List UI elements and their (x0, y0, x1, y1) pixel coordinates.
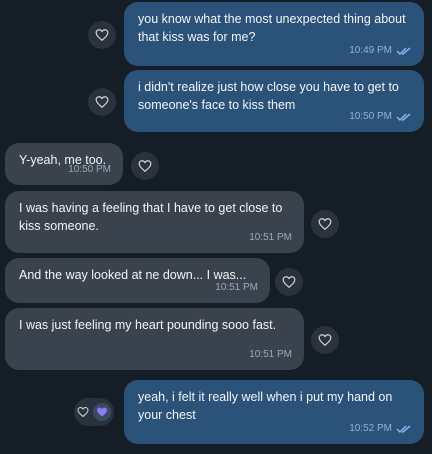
message-time: 10:50 PM (68, 164, 111, 175)
message-bubble-incoming[interactable]: I was just feeling my heart pounding soo… (5, 308, 304, 370)
message-meta: 10:50 PM (68, 161, 111, 179)
message-bubble-outgoing[interactable]: i didn't realize just how close you have… (124, 70, 424, 132)
message-time: 10:51 PM (215, 282, 258, 293)
heart-reaction-button[interactable] (88, 88, 116, 116)
heart-reaction-button[interactable] (88, 21, 116, 49)
message-text: you know what the most unexpected thing … (138, 12, 406, 44)
reaction-group[interactable] (74, 398, 114, 426)
heart-outline-icon (318, 218, 332, 231)
message-meta: 10:51 PM (249, 346, 292, 364)
heart-outline-icon (138, 160, 152, 173)
message-meta: 10:51 PM (215, 279, 258, 297)
double-check-icon (396, 47, 411, 56)
message-text: I was just feeling my heart pounding soo… (19, 318, 277, 332)
message-time: 10:52 PM (349, 423, 392, 434)
message-bubble-incoming[interactable]: I was having a feeling that I have to ge… (5, 191, 304, 253)
heart-outline-icon[interactable] (77, 406, 89, 418)
message-text: yeah, i felt it really well when i put m… (138, 390, 393, 422)
message-bubble-incoming[interactable]: And the way looked at ne down... I was..… (5, 258, 270, 303)
message-meta: 10:49 PM (349, 42, 412, 60)
message-bubble-incoming[interactable]: Y-yeah, me too. 10:50 PM (5, 143, 123, 185)
message-meta: 10:50 PM (349, 108, 412, 126)
double-check-icon (396, 113, 411, 122)
purple-heart-reaction[interactable] (93, 403, 111, 421)
message-time: 10:50 PM (349, 111, 392, 122)
heart-outline-icon (282, 276, 296, 289)
heart-outline-icon (95, 29, 109, 42)
message-time: 10:49 PM (349, 45, 392, 56)
message-bubble-outgoing[interactable]: you know what the most unexpected thing … (124, 2, 424, 66)
message-bubble-outgoing[interactable]: yeah, i felt it really well when i put m… (124, 380, 424, 444)
heart-reaction-button[interactable] (131, 152, 159, 180)
message-time: 10:51 PM (249, 349, 292, 360)
heart-outline-icon (318, 334, 332, 347)
heart-reaction-button[interactable] (275, 268, 303, 296)
message-time: 10:51 PM (249, 232, 292, 243)
message-meta: 10:52 PM (349, 420, 412, 438)
message-meta: 10:51 PM (249, 229, 292, 247)
heart-reaction-button[interactable] (311, 210, 339, 238)
heart-reaction-button[interactable] (311, 326, 339, 354)
purple-heart-icon (97, 407, 107, 417)
heart-outline-icon (95, 96, 109, 109)
double-check-icon (396, 425, 411, 434)
